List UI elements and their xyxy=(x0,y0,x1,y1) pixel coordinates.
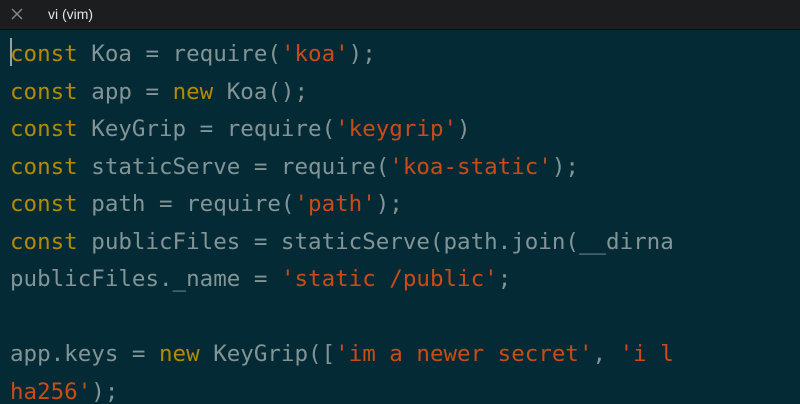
keyword-token: const xyxy=(10,153,78,180)
string-token: 'static /public' xyxy=(280,266,498,292)
code-line: ha256'); xyxy=(10,373,118,404)
code-token: Koa(); xyxy=(213,78,309,105)
code-token: publicFiles = staticServe(path.join(__di… xyxy=(77,228,674,255)
code-line: const publicFiles = staticServe(path.joi… xyxy=(10,223,674,261)
code-line: const app = new Koa(); xyxy=(10,73,308,111)
tab-vim[interactable]: vi (vim) xyxy=(0,0,210,30)
keyword-token: new xyxy=(172,78,214,105)
code-line: const path = require('path'); xyxy=(10,185,403,223)
keyword-token: const xyxy=(10,228,78,255)
keyword-token: new xyxy=(159,341,200,367)
code-token: ); xyxy=(551,153,579,180)
code-token: ); xyxy=(348,41,376,67)
code-line: const staticServe = require('koa-static'… xyxy=(10,148,579,186)
code-token: KeyGrip = require( xyxy=(77,116,336,142)
string-token: 'koa-static' xyxy=(389,153,552,180)
code-token: ); xyxy=(91,378,119,404)
code-line: publicFiles._name = 'static /public'; xyxy=(10,260,511,298)
string-token: ha256' xyxy=(10,378,92,404)
keyword-token: const xyxy=(10,78,78,105)
terminal-window: vi (vim) const Koa = require('koa'); cons… xyxy=(0,0,800,404)
code-token: KeyGrip([ xyxy=(199,341,336,367)
code-token: app = xyxy=(77,78,173,105)
code-line: const KeyGrip = require('keygrip') xyxy=(10,110,471,148)
string-token: 'im a newer secret' xyxy=(335,341,593,367)
code-token: ); xyxy=(375,191,403,217)
editor-buffer[interactable]: const Koa = require('koa'); const app = n… xyxy=(0,30,800,404)
code-token: ; xyxy=(497,266,512,292)
code-token: publicFiles._name = xyxy=(10,266,281,292)
code-token: , xyxy=(592,341,620,367)
string-token: 'koa' xyxy=(280,41,349,67)
code-token: path = require( xyxy=(77,191,295,217)
tab-bar: vi (vim) xyxy=(0,0,800,30)
tab-title: vi (vim) xyxy=(48,6,94,22)
code-line: const Koa = require('koa'); xyxy=(10,35,376,73)
close-icon[interactable] xyxy=(10,7,24,21)
string-token: 'keygrip' xyxy=(335,116,458,142)
string-token: 'i l xyxy=(619,341,674,367)
code-line: app.keys = new KeyGrip(['im a newer secr… xyxy=(10,335,674,373)
code-token: Koa = require( xyxy=(77,41,281,67)
keyword-token: const xyxy=(10,191,78,217)
keyword-token: const xyxy=(10,116,78,142)
code-token: staticServe = require( xyxy=(77,153,390,180)
string-token: 'path' xyxy=(294,191,376,217)
keyword-token: const xyxy=(10,41,78,67)
code-token: app.keys = xyxy=(10,341,160,367)
code-token: ) xyxy=(457,116,471,142)
